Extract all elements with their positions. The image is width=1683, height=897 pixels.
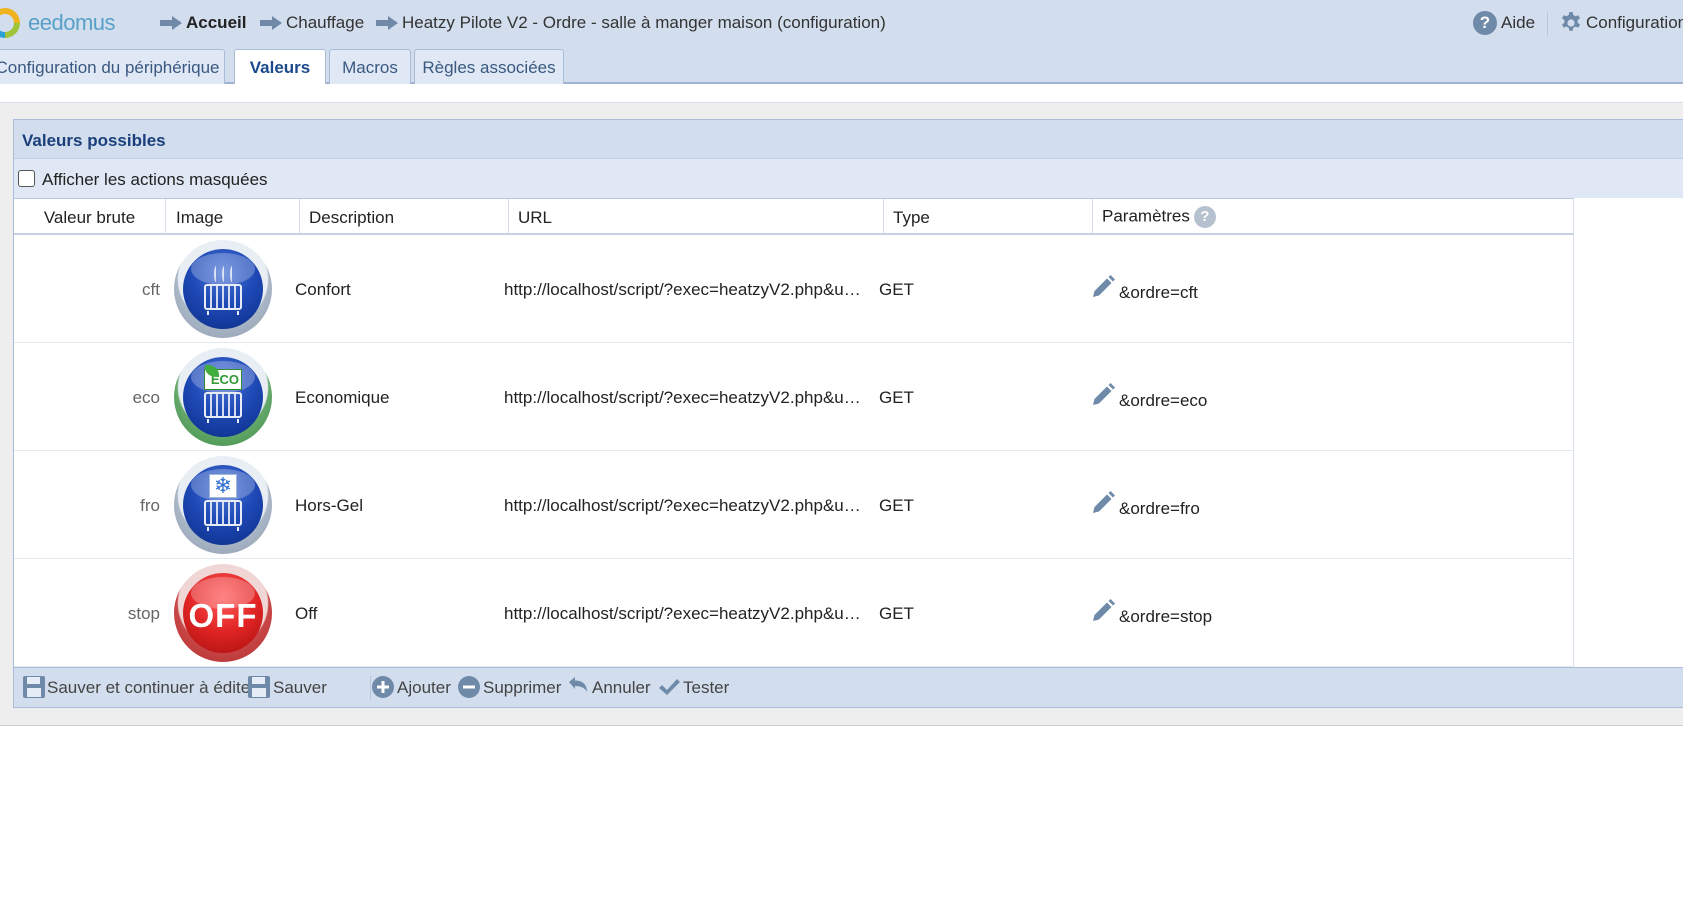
help-icon[interactable]: ? (1473, 11, 1497, 35)
heat-wave-icon (222, 266, 226, 282)
pencil-icon[interactable] (1089, 273, 1117, 301)
delete-button[interactable]: Supprimer (483, 678, 561, 698)
tab-associated-rules[interactable]: Règles associées (414, 49, 564, 84)
parameters-cell[interactable]: &ordre=stop (1119, 607, 1212, 627)
radiator-frost-icon[interactable]: ❄ (174, 456, 272, 554)
save-button[interactable]: Sauver (273, 678, 327, 698)
minus-circle-icon[interactable] (457, 675, 481, 699)
column-header-description: Description (300, 199, 509, 234)
checkmark-icon[interactable] (657, 675, 681, 699)
type-cell[interactable]: GET (879, 604, 914, 624)
save-icon[interactable] (247, 675, 271, 699)
app-window: eedomus Accueil Chauffage Heatzy Pilote … (0, 0, 1683, 897)
pencil-icon[interactable] (1089, 489, 1117, 517)
raw-value-cell: stop (127, 604, 160, 623)
radiator-comfort-icon[interactable] (174, 240, 272, 338)
test-button[interactable]: Tester (683, 678, 729, 698)
parameters-cell[interactable]: &ordre=eco (1119, 391, 1207, 411)
arrow-right-icon (376, 16, 398, 30)
radiator-shape (204, 284, 242, 310)
content-strip (0, 84, 1683, 103)
type-cell[interactable]: GET (879, 280, 914, 300)
tab-device-configuration[interactable]: Configuration du périphérique (0, 49, 225, 84)
header-divider (1547, 12, 1548, 36)
url-cell[interactable]: http://localhost/script/?exec=heatzyV2.p… (504, 604, 866, 624)
description-cell[interactable]: Off (295, 604, 317, 624)
column-header-parameters-label: Paramètres (1102, 206, 1190, 226)
column-header-type: Type (884, 199, 1093, 234)
table-row[interactable]: eco ECO Economique http://localhost/scri… (14, 343, 1574, 451)
table-row[interactable]: fro ❄ Hors-Gel http://localhost/script/?… (14, 451, 1574, 559)
undo-icon[interactable] (566, 675, 590, 699)
add-button[interactable]: Ajouter (397, 678, 451, 698)
panel-title: Valeurs possibles (14, 120, 1683, 158)
raw-value-cell: cft (142, 280, 160, 299)
cancel-button[interactable]: Annuler (592, 678, 651, 698)
table-body: cft Confort http://localhost/script/?exe… (14, 235, 1574, 667)
radiator-feet (207, 419, 239, 423)
radiator-feet (207, 527, 239, 531)
top-bar: eedomus Accueil Chauffage Heatzy Pilote … (0, 0, 1683, 46)
radiator-eco-icon[interactable]: ECO (174, 348, 272, 446)
radiator-shape (204, 392, 242, 418)
tab-macros[interactable]: Macros (329, 49, 411, 84)
help-icon[interactable]: ? (1193, 206, 1216, 228)
column-header-empty (1574, 199, 1683, 234)
table-row[interactable]: stop OFF Off http://localhost/script/?ex… (14, 559, 1574, 667)
tab-values[interactable]: Valeurs (234, 49, 326, 86)
table-row[interactable]: cft Confort http://localhost/script/?exe… (14, 235, 1574, 343)
parameters-cell[interactable]: &ordre=fro (1119, 499, 1200, 519)
type-cell[interactable]: GET (879, 388, 914, 408)
off-label: OFF (188, 597, 258, 634)
table-header: Valeur brute Image Description URL Type … (14, 198, 1574, 235)
off-button-icon[interactable]: OFF (174, 564, 272, 662)
description-cell[interactable]: Economique (295, 388, 390, 408)
raw-value-cell: fro (140, 496, 160, 515)
values-panel: Valeurs possibles Afficher les actions m… (13, 119, 1683, 708)
plus-circle-icon[interactable] (371, 675, 395, 699)
arrow-right-icon (160, 16, 182, 30)
save-continue-icon[interactable] (22, 675, 46, 699)
description-cell[interactable]: Hors-Gel (295, 496, 363, 516)
raw-value-cell: eco (132, 388, 160, 407)
brand-name[interactable]: eedomus (28, 10, 116, 36)
snowflake-icon: ❄ (209, 474, 237, 498)
show-hidden-actions-checkbox[interactable] (18, 170, 35, 187)
arrow-right-icon (260, 16, 282, 30)
url-cell[interactable]: http://localhost/script/?exec=heatzyV2.p… (504, 280, 866, 300)
breadcrumb-chauffage[interactable]: Chauffage (286, 13, 364, 33)
help-link[interactable]: Aide (1501, 13, 1535, 33)
heat-wave-icon (230, 266, 234, 282)
description-cell[interactable]: Confort (295, 280, 351, 300)
heat-wave-icon (214, 266, 218, 282)
tab-bar: Configuration du périphérique Valeurs Ma… (0, 46, 1683, 86)
show-hidden-actions-label[interactable]: Afficher les actions masquées (42, 170, 268, 190)
column-header-parameters: Paramètres? (1093, 199, 1574, 234)
pencil-icon[interactable] (1089, 381, 1117, 409)
button-face: OFF (183, 573, 263, 653)
filter-bar: Afficher les actions masquées (14, 158, 1683, 198)
type-cell[interactable]: GET (879, 496, 914, 516)
radiator-shape (204, 500, 242, 526)
action-toolbar: Sauver et continuer à éditer Sauver Ajou… (14, 667, 1683, 707)
url-cell[interactable]: http://localhost/script/?exec=heatzyV2.p… (504, 388, 866, 408)
breadcrumb-device: Heatzy Pilote V2 - Ordre - salle à mange… (402, 13, 886, 32)
column-header-image: Image (166, 199, 300, 234)
radiator-feet (207, 311, 239, 315)
configuration-link[interactable]: Configuration (1586, 13, 1683, 33)
pencil-icon[interactable] (1089, 597, 1117, 625)
column-header-raw-value: Valeur brute (14, 199, 166, 234)
breadcrumb-home[interactable]: Accueil (186, 13, 246, 33)
eedomus-logo-icon[interactable] (0, 8, 20, 38)
save-and-continue-button[interactable]: Sauver et continuer à éditer (47, 678, 256, 698)
url-cell[interactable]: http://localhost/script/?exec=heatzyV2.p… (504, 496, 866, 516)
column-header-url: URL (509, 199, 884, 234)
gear-icon[interactable] (1559, 11, 1583, 35)
parameters-cell[interactable]: &ordre=cft (1119, 283, 1198, 303)
